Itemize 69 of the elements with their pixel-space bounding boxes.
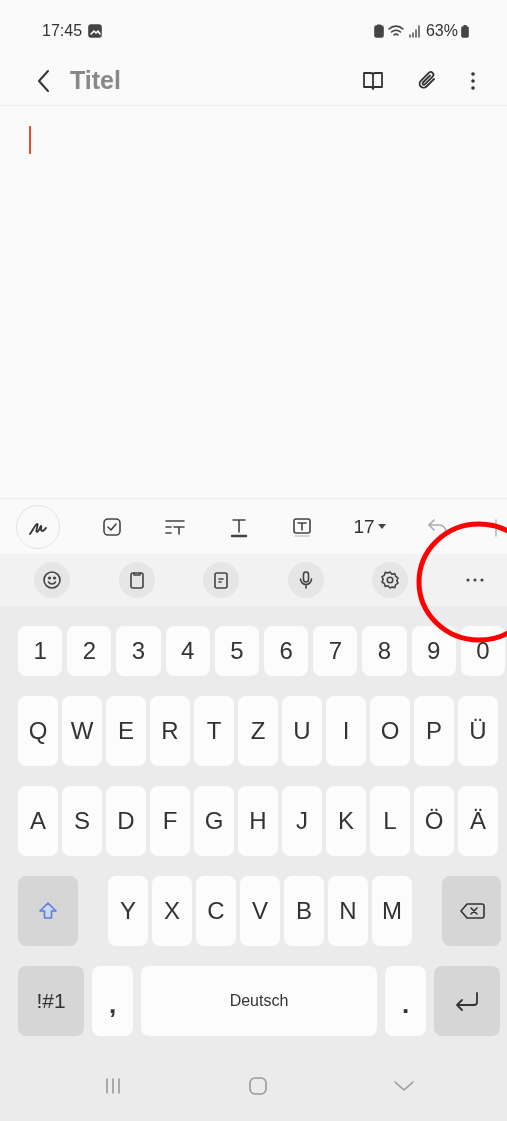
battery-icon	[461, 24, 469, 38]
key[interactable]: R	[150, 696, 190, 766]
key[interactable]: Q	[18, 696, 58, 766]
shift-icon	[37, 900, 59, 922]
clock-time: 17:45	[42, 22, 83, 40]
image-icon	[88, 24, 103, 38]
checkbox-icon[interactable]	[100, 515, 123, 538]
settings-icon	[380, 570, 401, 590]
key[interactable]: M	[372, 876, 412, 946]
key[interactable]: Ü	[458, 696, 498, 766]
backspace-icon	[458, 901, 485, 921]
punctuation-key[interactable]: .	[385, 966, 426, 1036]
key[interactable]: L	[370, 786, 410, 856]
key[interactable]: S	[62, 786, 102, 856]
key[interactable]: V	[240, 876, 280, 946]
key[interactable]: X	[152, 876, 192, 946]
key[interactable]: Ä	[458, 786, 498, 856]
key[interactable]: 1	[18, 626, 63, 676]
signal-icon	[407, 24, 420, 38]
punctuation-key[interactable]: ,	[92, 966, 133, 1036]
key[interactable]: K	[326, 786, 366, 856]
enter-key[interactable]	[434, 966, 500, 1036]
back-icon[interactable]	[36, 67, 52, 94]
key[interactable]: A	[18, 786, 58, 856]
key[interactable]: E	[106, 696, 146, 766]
backspace-key[interactable]	[442, 876, 501, 946]
key[interactable]: I	[326, 696, 366, 766]
key[interactable]: J	[282, 786, 322, 856]
emoji-button[interactable]	[34, 562, 70, 598]
key[interactable]: 2	[67, 626, 112, 676]
battery-saver-icon	[373, 24, 384, 38]
key[interactable]: 4	[165, 626, 210, 676]
battery-percentage: 63%	[425, 22, 458, 40]
font-size-dropdown[interactable]: 17	[353, 515, 386, 538]
text-box-icon[interactable]	[290, 515, 313, 538]
clipboard-button[interactable]	[118, 562, 155, 598]
key[interactable]: O	[370, 696, 410, 766]
key[interactable]: 3	[116, 626, 161, 676]
key[interactable]: Y	[108, 876, 148, 946]
key[interactable]: 7	[313, 626, 358, 676]
space-bar[interactable]: Deutsch	[141, 966, 377, 1036]
note-button[interactable]	[203, 562, 240, 598]
key[interactable]: H	[238, 786, 278, 856]
key[interactable]: F	[150, 786, 190, 856]
key[interactable]: D	[106, 786, 146, 856]
microphone-button[interactable]	[287, 562, 324, 598]
key[interactable]: T	[194, 696, 234, 766]
key[interactable]: 5	[214, 626, 259, 676]
settings-button[interactable]	[372, 562, 409, 598]
key[interactable]: W	[62, 696, 102, 766]
key[interactable]: G	[194, 786, 234, 856]
key[interactable]: 0	[460, 626, 506, 676]
key[interactable]: P	[414, 696, 454, 766]
key[interactable]: C	[196, 876, 236, 946]
key[interactable]: N	[328, 876, 368, 946]
symbols-key[interactable]: !#1	[18, 966, 84, 1036]
wifi-icon	[386, 24, 405, 38]
text-cursor	[29, 126, 31, 154]
key[interactable]: U	[282, 696, 322, 766]
enter-icon	[453, 990, 481, 1012]
key[interactable]: 9	[411, 626, 456, 676]
key[interactable]: B	[284, 876, 324, 946]
key[interactable]: Ö	[414, 786, 454, 856]
emoji-icon	[42, 570, 62, 590]
more-icon	[464, 577, 485, 583]
key[interactable]: 8	[362, 626, 407, 676]
caret-icon	[377, 523, 386, 530]
key[interactable]: 6	[264, 626, 309, 676]
key[interactable]: Z	[238, 696, 278, 766]
